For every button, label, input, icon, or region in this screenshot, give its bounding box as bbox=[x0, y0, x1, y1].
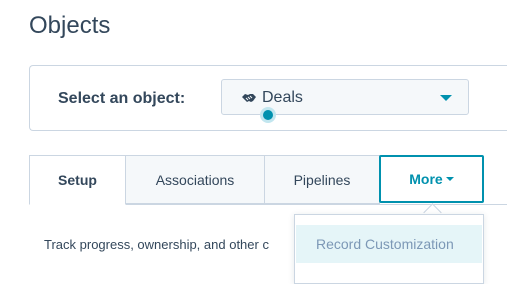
tab-pipelines[interactable]: Pipelines bbox=[264, 155, 380, 204]
dropdown-selected-value: Deals bbox=[262, 89, 303, 106]
page-title: Objects bbox=[29, 12, 111, 39]
tab-associations[interactable]: Associations bbox=[125, 155, 265, 204]
object-dropdown[interactable]: Deals bbox=[221, 79, 469, 115]
select-object-label: Select an object: bbox=[58, 90, 186, 107]
object-tabs: Setup Associations Pipelines More bbox=[29, 155, 507, 205]
tab-pipelines-label: Pipelines bbox=[293, 172, 351, 188]
tab-more[interactable]: More bbox=[379, 155, 484, 203]
chevron-down-icon bbox=[440, 95, 452, 101]
caret-down-icon bbox=[445, 177, 454, 182]
description-text: Track progress, ownership, and other c bbox=[44, 237, 269, 252]
handshake-icon bbox=[242, 94, 256, 102]
tab-setup[interactable]: Setup bbox=[29, 155, 126, 205]
menu-item-record-customization[interactable]: Record Customization bbox=[296, 225, 482, 263]
tab-setup-label: Setup bbox=[58, 172, 97, 188]
tab-more-label: More bbox=[409, 171, 443, 187]
tab-associations-label: Associations bbox=[155, 172, 235, 188]
tabs-divider bbox=[126, 204, 507, 205]
more-menu: Record Customization bbox=[294, 214, 484, 284]
cursor-indicator bbox=[260, 107, 276, 123]
